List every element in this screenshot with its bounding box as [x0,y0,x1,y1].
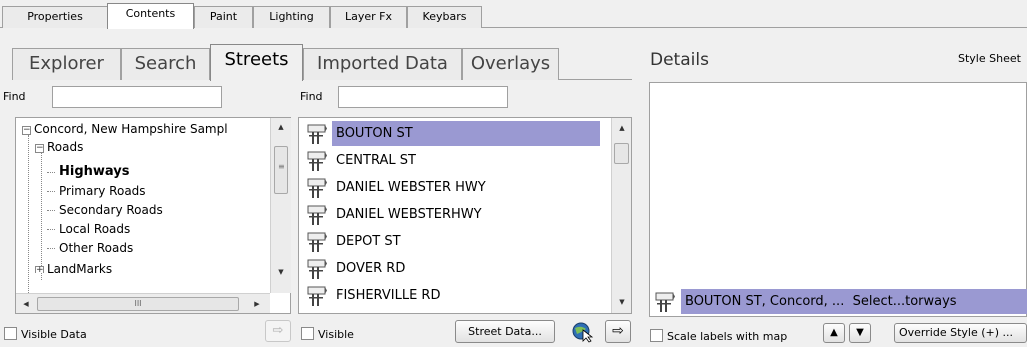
sub-tab-strip: Explorer Search Streets Imported Data Ov… [12,44,632,81]
checkbox-icon[interactable] [4,327,17,340]
scroll-up-icon[interactable]: ▲ [614,120,630,136]
street-sign-icon [307,151,327,171]
details-entry-label: BOUTON ST, Concord, ... Select...torways [681,289,1027,314]
collapse-icon[interactable]: − [22,126,31,135]
tab-lighting[interactable]: Lighting [253,6,330,28]
arrow-down-icon: ▼ [856,327,864,338]
street-label: DEPOT ST [336,234,401,249]
tree-line [47,229,55,230]
street-sign-icon [307,178,327,198]
find-label: Find [300,90,323,103]
visible-checkbox[interactable]: Visible [301,327,354,341]
street-list[interactable]: BOUTON ST CENTRAL ST DANIEL WEBSTER HWY … [298,117,632,314]
street-sign-icon [307,286,327,306]
street-find-input[interactable] [338,86,508,108]
tab-search[interactable]: Search [121,48,210,80]
tree-line [47,248,55,249]
street-sign-icon [655,292,675,312]
details-entry[interactable]: BOUTON ST, Concord, ... Select...torways [650,288,1027,315]
street-sign-icon [307,124,327,144]
street-label: BOUTON ST [332,121,600,146]
tree-line [47,210,55,211]
visible-label: Visible [318,328,354,341]
tree-item-other-roads[interactable]: Other Roads [59,240,133,256]
tree-line [47,172,55,173]
scroll-down-icon[interactable]: ▼ [273,264,289,280]
street-sign-icon [307,232,327,252]
scroll-thumb[interactable] [614,143,629,164]
expand-icon[interactable]: + [35,266,44,273]
street-label: DANIEL WEBSTER HWY [336,180,486,195]
scale-labels-label: Scale labels with map [667,330,788,343]
scroll-thumb[interactable]: III [37,297,239,311]
tab-properties[interactable]: Properties [2,6,108,28]
details-title: Details [650,50,709,70]
tree-horizontal-scrollbar[interactable]: ◀ III ▶ [16,293,270,313]
scroll-down-icon[interactable]: ▼ [614,294,630,310]
street-sign-icon [307,259,327,279]
tab-layer-fx[interactable]: Layer Fx [330,6,407,28]
street-label: CENTRAL ST [336,153,416,168]
category-tree[interactable]: − Concord, New Hampshire Sampl − Roads Hig… [15,117,291,314]
street-tool-button[interactable] [569,320,595,343]
street-item[interactable]: DANIEL WEBSTER HWY [299,174,604,201]
tree-item-secondary-roads[interactable]: Secondary Roads [59,202,163,218]
tree-item-local-roads[interactable]: Local Roads [59,221,130,237]
street-label: DANIEL WEBSTERHWY [336,207,482,222]
tree-node-roads[interactable]: − Roads [35,139,83,155]
checkbox-icon[interactable] [301,327,314,340]
scroll-right-icon[interactable]: ▶ [249,296,265,312]
details-panel[interactable]: BOUTON ST, Concord, ... Select...torways [649,82,1027,317]
street-label: FISHERVILLE RD [336,288,441,303]
tree-find-input[interactable] [52,86,222,108]
tree-item-highways[interactable]: Highways [59,164,130,180]
grip-icon: ≡ [278,162,285,171]
tab-streets[interactable]: Streets [210,44,303,81]
move-up-button[interactable]: ▲ [823,323,845,343]
tree-node-landmarks[interactable]: + LandMarks [35,261,112,273]
move-down-button[interactable]: ▼ [849,323,871,343]
tab-overlays[interactable]: Overlays [462,48,559,80]
street-item[interactable]: FISHERVILLE RD [299,282,604,309]
tree-roads-label: Roads [47,140,84,154]
street-item[interactable]: CENTRAL ST [299,147,604,174]
tab-keybars[interactable]: Keybars [407,6,482,28]
tab-contents[interactable]: Contents [107,3,194,29]
tab-paint[interactable]: Paint [194,6,253,28]
tree-line [47,191,55,192]
globe-cursor-icon [572,322,594,343]
arrow-up-icon: ▲ [830,327,838,338]
checkbox-icon[interactable] [650,329,663,342]
street-data-button[interactable]: Street Data... [455,320,555,343]
collapse-icon[interactable]: − [35,144,44,153]
street-list-scrollbar[interactable]: ▲ ▼ [611,118,631,313]
top-tab-strip: Properties Contents Paint Lighting Layer… [0,0,1027,29]
street-label: DOVER RD [336,261,406,276]
tab-imported-data[interactable]: Imported Data [303,48,462,80]
find-label: Find [3,90,26,103]
tree-vertical-scrollbar[interactable]: ▲ ≡ ▼ [270,118,291,293]
street-sign-icon [307,205,327,225]
tree-line [28,135,29,295]
move-right-button[interactable]: ⇨ [265,320,291,342]
tree-root-node[interactable]: − Concord, New Hampshire Sampl [22,121,228,137]
scroll-up-icon[interactable]: ▲ [273,119,289,135]
style-sheet-label[interactable]: Style Sheet [958,52,1021,65]
move-right-button[interactable]: ⇨ [605,320,631,343]
tree-landmarks-label: LandMarks [47,262,113,273]
scale-labels-checkbox[interactable]: Scale labels with map [650,329,787,343]
visible-data-label: Visible Data [21,328,87,341]
street-item[interactable]: DEPOT ST [299,228,604,255]
override-style-button[interactable]: Override Style (+) ... [894,323,1027,343]
tree-root-label: Concord, New Hampshire Sampl [34,122,228,136]
tab-explorer[interactable]: Explorer [12,48,121,80]
street-item[interactable]: DANIEL WEBSTERHWY [299,201,604,228]
visible-data-checkbox[interactable]: Visible Data [4,327,87,341]
scroll-left-icon[interactable]: ◀ [18,296,34,312]
street-item[interactable]: BOUTON ST [299,120,604,147]
street-item[interactable]: DOVER RD [299,255,604,282]
tree-item-primary-roads[interactable]: Primary Roads [59,183,146,199]
